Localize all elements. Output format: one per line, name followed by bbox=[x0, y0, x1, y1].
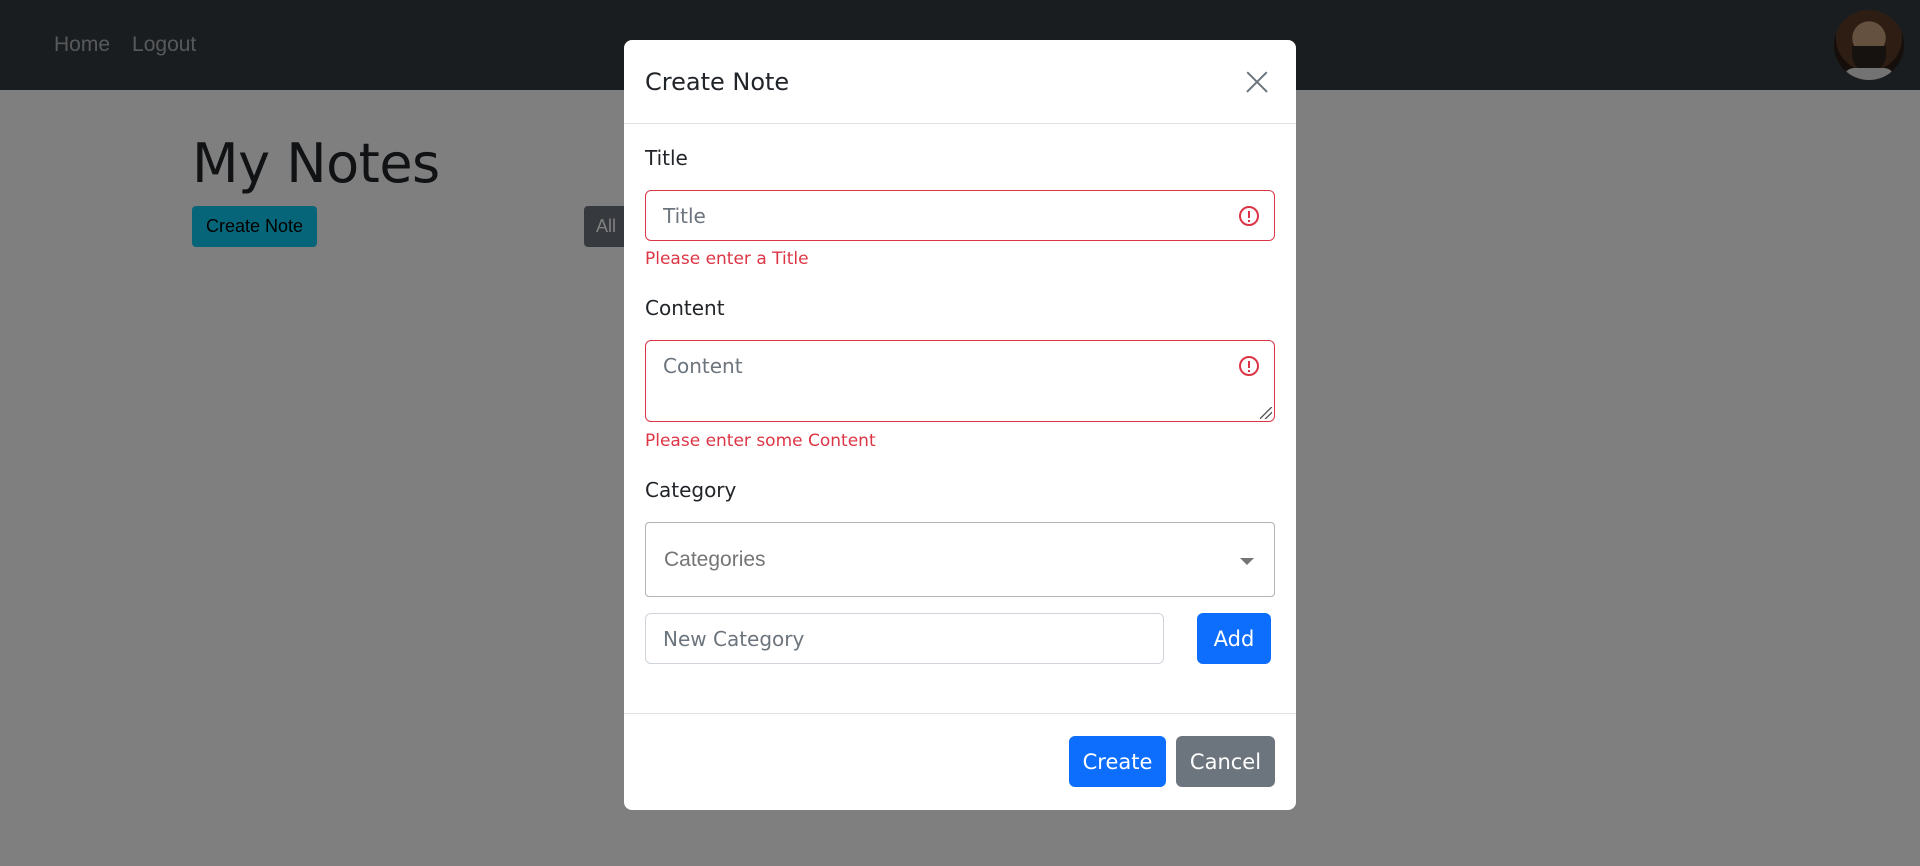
close-icon[interactable] bbox=[1236, 62, 1276, 102]
modal-header: Create Note bbox=[624, 40, 1296, 124]
title-error-message: Please enter a Title bbox=[645, 249, 809, 269]
content-error-icon bbox=[1239, 356, 1259, 376]
modal-title: Create Note bbox=[645, 67, 790, 96]
modal-footer-divider bbox=[624, 713, 1296, 714]
category-label: Category bbox=[645, 478, 737, 502]
add-category-button[interactable]: Add bbox=[1197, 613, 1271, 664]
new-category-input[interactable] bbox=[645, 613, 1164, 664]
resize-handle-icon[interactable] bbox=[1260, 407, 1272, 419]
create-note-modal: Create Note Title Please enter a Title C… bbox=[624, 40, 1296, 810]
category-select-value: Categories bbox=[664, 547, 766, 571]
category-select[interactable]: Categories bbox=[645, 522, 1275, 597]
content-error-message: Please enter some Content bbox=[645, 431, 876, 451]
page: Home Logout My Notes Create Note All Cre… bbox=[0, 0, 1920, 866]
chevron-down-icon bbox=[1240, 558, 1254, 565]
content-label: Content bbox=[645, 296, 725, 320]
title-error-icon bbox=[1239, 206, 1259, 226]
title-label: Title bbox=[645, 146, 688, 170]
content-textarea[interactable] bbox=[645, 340, 1275, 422]
cancel-button[interactable]: Cancel bbox=[1176, 736, 1275, 787]
create-button[interactable]: Create bbox=[1069, 736, 1166, 787]
title-input[interactable] bbox=[645, 190, 1275, 241]
